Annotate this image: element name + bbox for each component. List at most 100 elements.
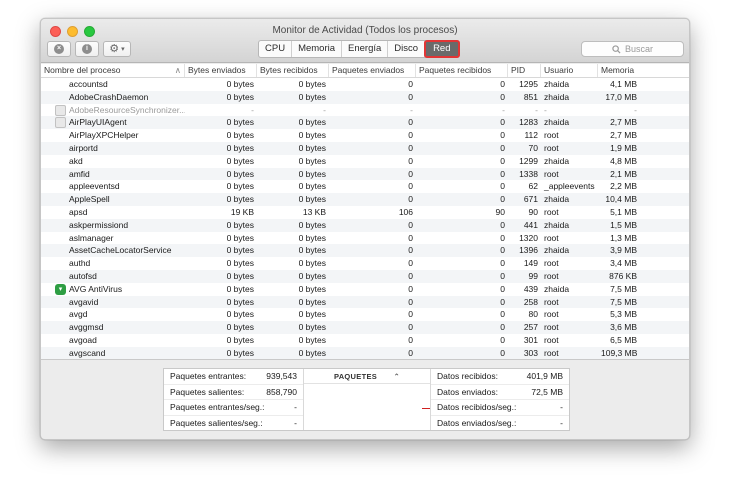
- column-header-packets-sent[interactable]: Paquetes enviados: [329, 64, 416, 77]
- cell-user: _appleevents: [544, 181, 595, 192]
- cell-process-name: avgoad: [69, 334, 97, 345]
- cell-memory: 7,5 MB: [610, 296, 637, 307]
- cell-bytes-sent: 0 bytes: [226, 283, 254, 294]
- cell-bytes-received: 0 bytes: [298, 232, 326, 243]
- table-row[interactable]: avgavid 0 bytes 0 bytes 0 0 258 root 7,5 MB: [41, 295, 689, 309]
- process-name-text: AdobeResourceSynchronizer...: [69, 104, 185, 115]
- table-row[interactable]: ▾ AVG AntiVirus 0 bytes 0 bytes 0 0 439 zhaida 7…: [41, 283, 689, 296]
- column-header-memory[interactable]: Memoria: [598, 64, 640, 77]
- cell-memory: 5,1 MB: [610, 206, 637, 217]
- table-row[interactable]: authd 0 bytes 0 bytes 0 0 149 root 3,4 MB: [41, 257, 689, 270]
- table-row[interactable]: avgd 0 bytes 0 bytes 0 0 80 root 5,3 MB: [41, 308, 689, 321]
- cell-pid: -: [535, 104, 538, 115]
- cell-packets-received: 0: [500, 245, 505, 256]
- table-row[interactable]: AdobeResourceSynchronizer... - - - - - - -: [41, 104, 689, 117]
- tab-disco[interactable]: Disco: [388, 41, 426, 57]
- table-row[interactable]: amfid 0 bytes 0 bytes 0 0 1338 root 2,1 MB: [41, 167, 689, 181]
- cell-user: root: [544, 270, 559, 281]
- cell-process-name: ▾ AVG AntiVirus: [41, 283, 185, 296]
- tab-energia[interactable]: Energía: [342, 41, 389, 57]
- cell-packets-sent: 0: [408, 194, 413, 205]
- cell-packets-received: -: [502, 104, 505, 115]
- action-menu-button[interactable]: ⚙ ▾: [103, 41, 131, 57]
- process-name-text: AVG AntiVirus: [69, 283, 123, 294]
- search-field[interactable]: Buscar: [581, 41, 684, 57]
- tab-red[interactable]: Red: [424, 40, 460, 58]
- cell-memory: 2,2 MB: [610, 181, 637, 192]
- cell-packets-received: 0: [500, 142, 505, 153]
- cell-bytes-received: 0 bytes: [298, 142, 326, 153]
- table-row[interactable]: akd 0 bytes 0 bytes 0 0 1299 zhaida 4,8 MB: [41, 155, 689, 168]
- cell-bytes-received: 13 KB: [302, 206, 326, 217]
- cell-bytes-sent: 0 bytes: [226, 258, 254, 269]
- table-row[interactable]: airportd 0 bytes 0 bytes 0 0 70 root 1,9 MB: [41, 141, 689, 155]
- graph-panel: PAQUETES ⌃: [304, 369, 431, 430]
- column-header-pid[interactable]: PID: [508, 64, 541, 77]
- table-row[interactable]: avggmsd 0 bytes 0 bytes 0 0 257 root 3,6 MB: [41, 321, 689, 334]
- column-header-bytes-sent[interactable]: Bytes enviados: [185, 64, 257, 77]
- cell-bytes-sent: 0 bytes: [226, 117, 254, 128]
- cell-bytes-sent: 0 bytes: [226, 194, 254, 205]
- table-row[interactable]: apsd 19 KB 13 KB 106 90 90 root 5,1 MB: [41, 206, 689, 219]
- cell-bytes-received: 0 bytes: [298, 79, 326, 89]
- cell-bytes-sent: 0 bytes: [226, 168, 254, 179]
- cell-bytes-sent: 0 bytes: [226, 91, 254, 102]
- cell-pid: 1338: [519, 168, 538, 179]
- cell-memory: 1,3 MB: [610, 232, 637, 243]
- cell-bytes-sent: 0 bytes: [226, 296, 254, 307]
- info-icon: i: [82, 44, 92, 54]
- process-name-text: AirPlayUIAgent: [69, 117, 127, 128]
- table-row[interactable]: askpermissiond 0 bytes 0 bytes 0 0 441 zhaida 1…: [41, 218, 689, 232]
- cell-packets-received: 0: [500, 296, 505, 307]
- tab-cpu[interactable]: CPU: [259, 41, 293, 57]
- cell-bytes-sent: 0 bytes: [226, 130, 254, 141]
- table-row[interactable]: AirPlayXPCHelper 0 bytes 0 bytes 0 0 112 root 2…: [41, 129, 689, 142]
- cell-pid: 1283: [519, 117, 538, 128]
- table-row[interactable]: AssetCacheLocatorService 0 bytes 0 bytes 0 0…: [41, 244, 689, 258]
- table-row[interactable]: appleeventsd 0 bytes 0 bytes 0 0 62 _appleeven…: [41, 180, 689, 193]
- cell-packets-sent: 0: [408, 309, 413, 320]
- column-header-packets-received[interactable]: Paquetes recibidos: [416, 64, 508, 77]
- cell-user: zhaida: [544, 194, 570, 205]
- cell-process-name: avggmsd: [69, 322, 104, 333]
- table-row[interactable]: aslmanager 0 bytes 0 bytes 0 0 1320 root 1,3 MB: [41, 232, 689, 245]
- cell-bytes-sent: 19 KB: [230, 206, 254, 217]
- table-row[interactable]: AirPlayUIAgent 0 bytes 0 bytes 0 0 1283 zhaida…: [41, 116, 689, 130]
- cell-pid: 439: [523, 283, 538, 294]
- column-header-name[interactable]: Nombre del proceso ∧: [41, 64, 185, 77]
- summary-area: Paquetes entrantes: 939,543 Paquetes sali…: [41, 359, 689, 439]
- stop-process-button[interactable]: ×: [47, 41, 71, 57]
- cell-bytes-received: 0 bytes: [298, 194, 326, 205]
- table-row[interactable]: AdobeCrashDaemon 0 bytes 0 bytes 0 0 851 zhaid…: [41, 90, 689, 104]
- cell-bytes-received: 0 bytes: [298, 168, 326, 179]
- cell-pid: 1299: [519, 155, 538, 166]
- column-header-bytes-received[interactable]: Bytes recibidos: [257, 64, 329, 77]
- graph-type-selector[interactable]: PAQUETES ⌃: [304, 369, 430, 384]
- generic-app-icon: [55, 104, 66, 116]
- column-header-user[interactable]: Usuario: [541, 64, 598, 77]
- table-row[interactable]: AppleSpell 0 bytes 0 bytes 0 0 671 zhaida 10,4 …: [41, 193, 689, 206]
- cell-user: root: [544, 232, 559, 243]
- updown-chevron-icon: ⌃: [393, 372, 401, 381]
- table-row[interactable]: avgscand 0 bytes 0 bytes 0 0 303 root 109,3 MB: [41, 346, 689, 360]
- cell-user: root: [544, 168, 559, 179]
- table-row[interactable]: avgoad 0 bytes 0 bytes 0 0 301 root 6,5 MB: [41, 334, 689, 347]
- generic-app-icon: [55, 117, 66, 129]
- cell-memory: 4,8 MB: [610, 155, 637, 166]
- cell-bytes-sent: 0 bytes: [226, 347, 254, 358]
- cell-pid: 149: [523, 258, 538, 269]
- table-row[interactable]: accountsd 0 bytes 0 bytes 0 0 1295 zhaida 4,1 M…: [41, 78, 689, 91]
- cell-memory: 2,1 MB: [610, 168, 637, 179]
- cell-packets-sent: 0: [408, 283, 413, 294]
- cell-user: root: [544, 130, 559, 141]
- table-row[interactable]: autofsd 0 bytes 0 bytes 0 0 99 root 876 KB: [41, 269, 689, 283]
- cell-packets-sent: 0: [408, 296, 413, 307]
- cell-pid: 70: [528, 142, 538, 153]
- tab-memoria[interactable]: Memoria: [292, 41, 343, 57]
- cell-packets-received: 0: [500, 322, 505, 333]
- cell-user: root: [544, 296, 559, 307]
- packets-stats: Paquetes entrantes: 939,543 Paquetes sali…: [164, 369, 304, 430]
- stat-row: Paquetes entrantes: 939,543: [164, 369, 303, 385]
- inspect-process-button[interactable]: i: [75, 41, 99, 57]
- cell-packets-sent: 0: [408, 334, 413, 345]
